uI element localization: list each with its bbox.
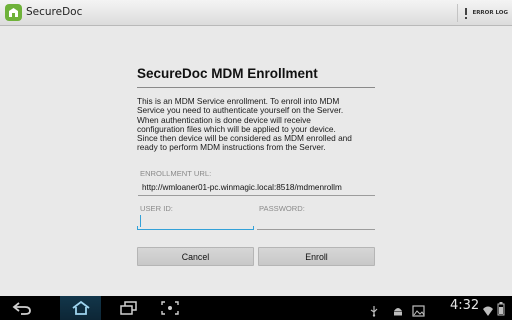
enroll-button[interactable]: Enroll	[258, 247, 375, 266]
cancel-button[interactable]: Cancel	[137, 247, 254, 266]
user-id-underline-right-tick	[253, 226, 254, 229]
intro-text: This is an MDM Service enrollment. To en…	[137, 96, 377, 153]
intro-line: ready to perform MDM instructions from t…	[137, 142, 326, 153]
user-id-input[interactable]	[141, 216, 251, 228]
status-clock: 4:32	[450, 298, 480, 313]
password-label: PASSWORD:	[259, 204, 305, 213]
user-id-underline	[137, 229, 254, 230]
home-icon	[71, 300, 91, 320]
android-debug-icon	[392, 302, 404, 320]
enrollment-url-input[interactable]: http://wmloaner01-pc.winmagic.local:8518…	[142, 183, 374, 192]
back-icon[interactable]	[12, 300, 32, 320]
action-bar: SecureDoc ERROR LOG	[0, 0, 512, 26]
app-title: SecureDoc	[26, 6, 83, 18]
title-divider	[137, 87, 375, 88]
password-input[interactable]	[259, 216, 374, 228]
error-log-label: ERROR LOG	[472, 10, 508, 16]
screenshot-icon[interactable]	[160, 300, 180, 320]
page-title: SecureDoc MDM Enrollment	[137, 66, 318, 81]
text-caret	[140, 215, 141, 227]
error-log-icon	[465, 7, 468, 19]
enrollment-url-label: ENROLLMENT URL:	[140, 169, 212, 178]
image-icon	[412, 302, 425, 320]
enrollment-url-underline	[138, 195, 375, 196]
user-id-underline-left-tick	[137, 226, 138, 229]
recent-apps-icon[interactable]	[118, 300, 138, 320]
system-nav-bar: 4:32	[0, 296, 512, 320]
battery-icon	[497, 301, 505, 320]
password-underline	[257, 229, 375, 230]
app-icon	[5, 4, 22, 21]
user-id-label: USER ID:	[140, 204, 173, 213]
usb-icon	[368, 302, 380, 320]
error-log-button[interactable]: ERROR LOG	[457, 4, 508, 22]
wifi-icon	[482, 302, 494, 320]
